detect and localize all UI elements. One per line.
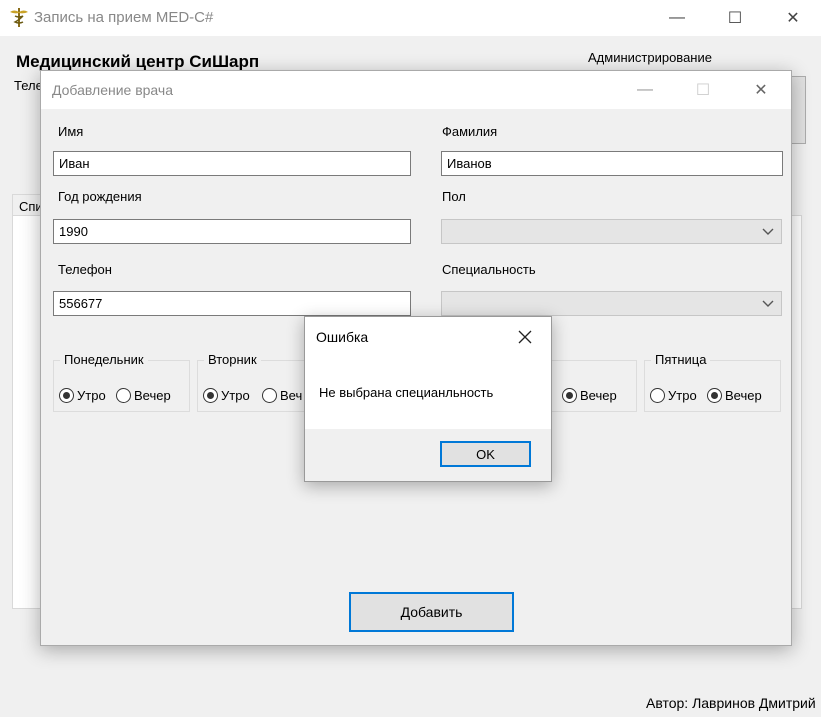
morning-radio[interactable]: Утро: [59, 388, 106, 403]
radio-unchecked-icon: [116, 388, 131, 403]
schedule-group-friday: Пятница Утро Вечер: [644, 352, 781, 412]
schedule-group-thursday: Вечер: [541, 360, 637, 412]
morning-label: Утро: [77, 388, 106, 403]
dialog-minimize-button[interactable]: —: [616, 71, 674, 109]
specialty-label: Специальность: [442, 262, 536, 277]
gender-select[interactable]: [441, 219, 782, 244]
radio-unchecked-icon: [262, 388, 277, 403]
last-name-label: Фамилия: [442, 124, 498, 139]
add-doctor-button[interactable]: Добавить: [349, 592, 514, 632]
evening-radio[interactable]: Веч: [262, 388, 302, 403]
evening-radio[interactable]: Вечер: [707, 388, 762, 403]
birth-year-field[interactable]: [53, 219, 411, 244]
message-box-footer: OK: [305, 429, 551, 481]
birth-year-label: Год рождения: [58, 189, 142, 204]
radio-checked-icon: [707, 388, 722, 403]
maximize-button[interactable]: ☐: [706, 0, 764, 36]
chevron-down-icon: [762, 300, 774, 307]
message-box-title: Ошибка: [316, 329, 369, 345]
evening-label: Вечер: [134, 388, 171, 403]
radio-unchecked-icon: [650, 388, 665, 403]
day-label: Вторник: [204, 352, 261, 367]
phone-label: Теле: [14, 78, 43, 93]
day-label: Понедельник: [60, 352, 148, 367]
phone-field[interactable]: [53, 291, 411, 316]
radio-checked-icon: [59, 388, 74, 403]
evening-label: Вечер: [725, 388, 762, 403]
caduceus-icon: [10, 8, 28, 27]
error-message-text: Не выбрана специанльность: [319, 385, 494, 400]
close-icon: [518, 330, 532, 344]
main-titlebar: Запись на прием MED-C# — ☐ ✕: [0, 0, 821, 36]
author-label: Автор: Лавринов Дмитрий: [646, 695, 816, 711]
morning-label: Утро: [221, 388, 250, 403]
app-title: Запись на прием MED-C#: [34, 9, 214, 26]
radio-checked-icon: [203, 388, 218, 403]
morning-radio[interactable]: Утро: [203, 388, 250, 403]
admin-group-label: Администрирование: [588, 50, 712, 65]
dialog-maximize-button: ☐: [695, 82, 711, 99]
radio-checked-icon: [562, 388, 577, 403]
phone-label: Телефон: [58, 262, 112, 277]
morning-radio[interactable]: Утро: [650, 388, 697, 403]
chevron-down-icon: [762, 228, 774, 235]
error-message-box: Ошибка Не выбрана специанльность OK: [304, 316, 552, 482]
ok-button[interactable]: OK: [440, 441, 531, 467]
evening-label: Вечер: [580, 388, 617, 403]
specialty-select[interactable]: [441, 291, 782, 316]
day-label: Пятница: [651, 352, 711, 367]
message-box-close-button[interactable]: [507, 323, 543, 351]
evening-radio[interactable]: Вечер: [116, 388, 171, 403]
tab-specialists[interactable]: Спи: [12, 194, 42, 216]
schedule-group-tuesday: Вторник Утро Веч: [197, 352, 317, 412]
dialog-titlebar: Добавление врача — ☐ ✕: [41, 71, 791, 109]
morning-label: Утро: [668, 388, 697, 403]
evening-radio[interactable]: Вечер: [562, 388, 617, 403]
close-button[interactable]: ✕: [764, 0, 821, 36]
dialog-title: Добавление врача: [52, 82, 173, 98]
dialog-close-button[interactable]: ✕: [732, 71, 790, 109]
minimize-button[interactable]: —: [648, 0, 706, 36]
clinic-heading: Медицинский центр СиШарп: [16, 52, 260, 71]
first-name-field[interactable]: [53, 151, 411, 176]
last-name-field[interactable]: [441, 151, 783, 176]
gender-label: Пол: [442, 189, 466, 204]
schedule-group-monday: Понедельник Утро Вечер: [53, 352, 190, 412]
first-name-label: Имя: [58, 124, 84, 139]
evening-label: Веч: [280, 388, 303, 403]
